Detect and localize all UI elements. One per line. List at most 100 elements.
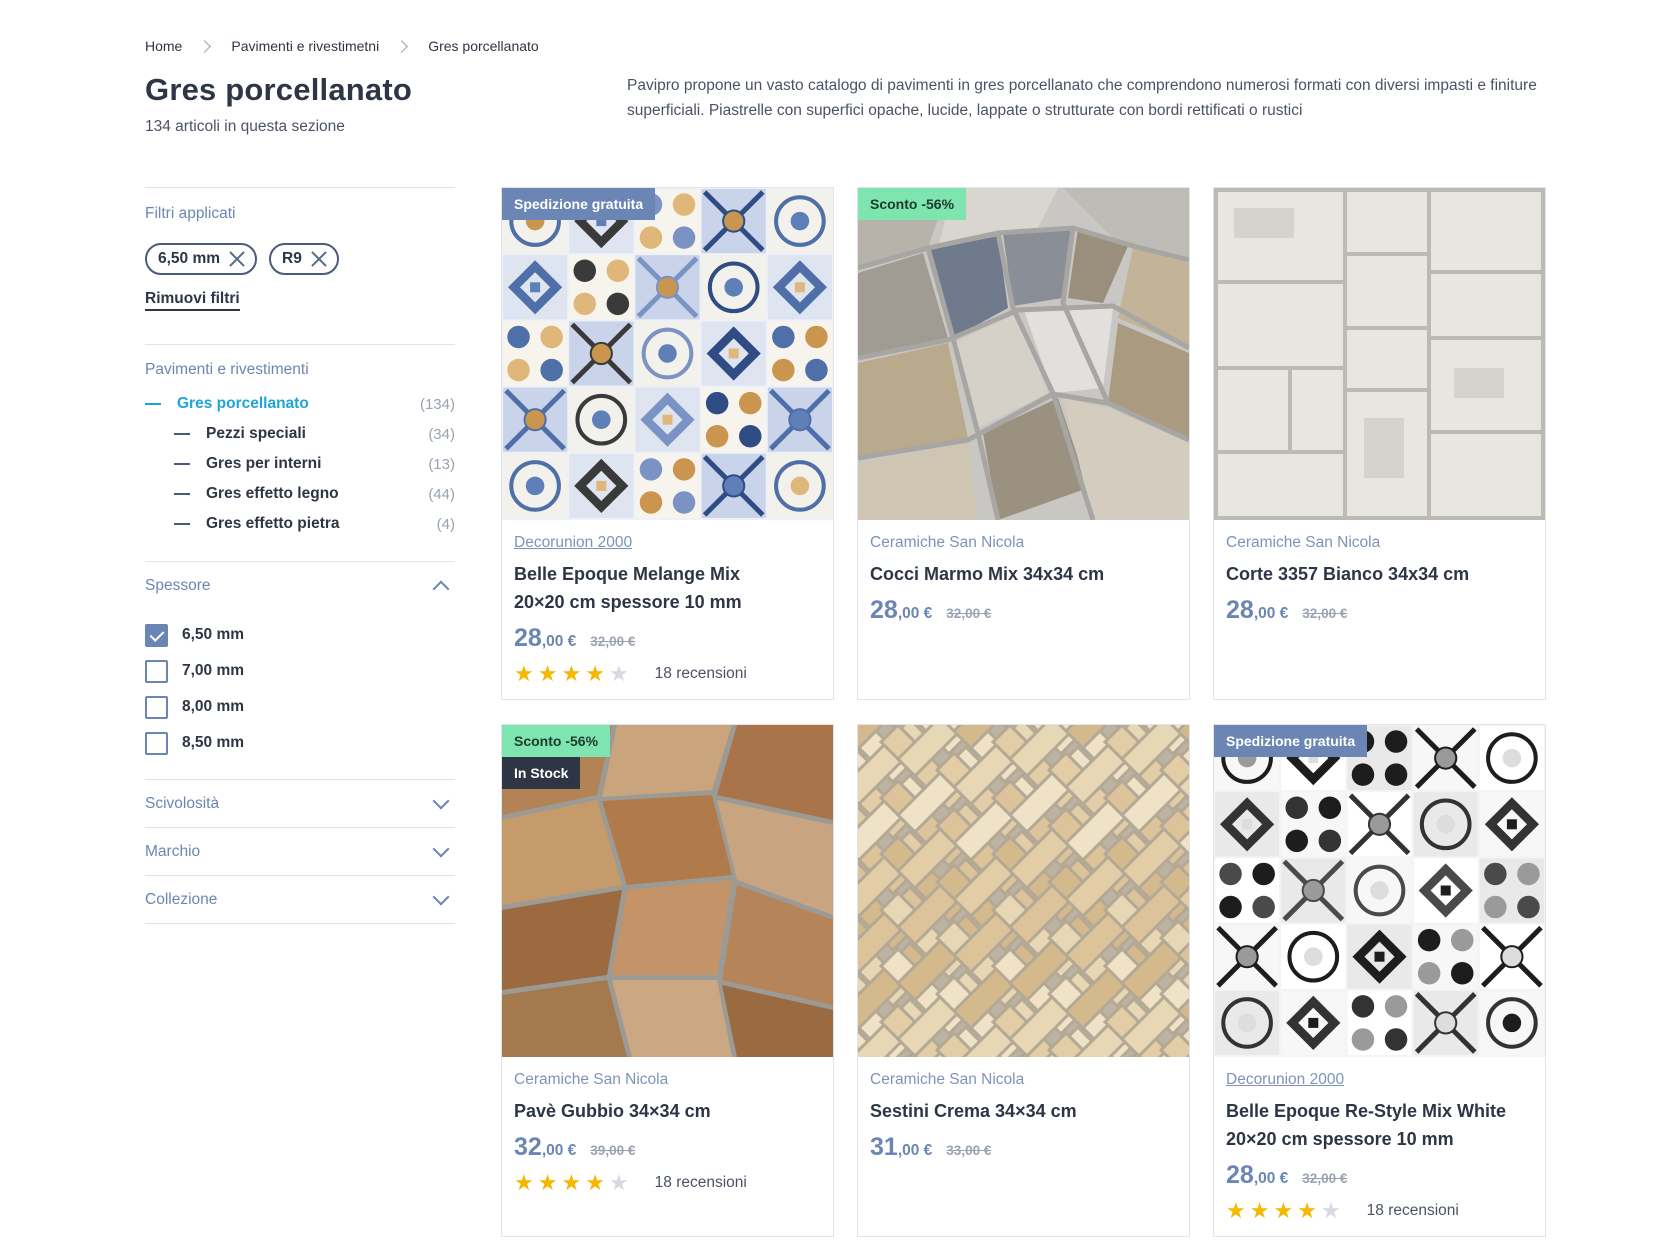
product-brand[interactable]: Ceramiche San Nicola <box>514 1071 821 1089</box>
star-icon: ★ <box>1297 1198 1317 1223</box>
old-price: 32,00 € <box>946 606 992 621</box>
applied-filter-chips: 6,50 mm R9 <box>145 243 455 275</box>
product-card[interactable]: Ceramiche San Nicola Corte 3357 Bianco 3… <box>1213 187 1546 700</box>
product-brand[interactable]: Ceramiche San Nicola <box>1226 534 1533 552</box>
star-rating: ★ ★ ★ ★ ★ <box>1226 1200 1341 1222</box>
checkbox-checked-icon[interactable] <box>145 623 168 647</box>
divider <box>145 923 455 924</box>
remove-filters-link[interactable]: Rimuovi filtri <box>145 290 240 311</box>
dash-icon <box>174 433 190 435</box>
thickness-option-700[interactable]: 7,00 mm <box>145 653 455 689</box>
category-list: Gres porcellanato (134) Pezzi speciali (… <box>145 389 455 539</box>
product-name[interactable]: Belle Epoque Melange Mix 20×20 cm spessor… <box>514 560 821 616</box>
chip-label: 6,50 mm <box>158 250 221 267</box>
star-empty-icon: ★ <box>608 661 629 686</box>
category-item-pezzi-speciali[interactable]: Pezzi speciali (34) <box>145 419 455 449</box>
old-price: 32,00 € <box>590 634 636 649</box>
slip-heading: Scivolosità <box>145 794 220 812</box>
chevron-down-icon <box>432 840 450 857</box>
product-image[interactable]: Spedizione gratuita <box>1214 725 1545 1057</box>
checkbox-icon[interactable] <box>145 659 168 683</box>
product-card[interactable]: Spedizione gratuita Decorunion 2000 Bell… <box>1213 724 1546 1237</box>
product-brand[interactable]: Decorunion 2000 <box>1226 1071 1533 1089</box>
herringbone-brick-image <box>858 725 1189 1057</box>
star-icon: ★ <box>1249 1198 1270 1223</box>
price: 28,00 € 32,00 € <box>514 624 636 652</box>
chevron-right-icon <box>395 39 409 53</box>
product-image[interactable]: Spedizione gratuita <box>502 188 833 520</box>
category-heading[interactable]: Pavimenti e rivestimenti <box>145 361 455 379</box>
dash-icon <box>174 463 190 465</box>
product-brand[interactable]: Ceramiche San Nicola <box>870 1071 1177 1089</box>
price: 28,00 € 32,00 € <box>1226 596 1348 624</box>
stone-blocks-white-image <box>1214 188 1545 520</box>
applied-filters-heading: Filtri applicati <box>145 205 236 222</box>
slip-accordion-header[interactable]: Scivolosità <box>145 780 455 827</box>
collection-accordion-header[interactable]: Collezione <box>145 876 455 923</box>
category-description: Pavipro propone un vasto catalogo di pav… <box>627 77 1537 119</box>
star-icon: ★ <box>561 1170 582 1195</box>
product-brand[interactable]: Decorunion 2000 <box>514 534 821 552</box>
star-icon: ★ <box>514 1170 534 1195</box>
article-count: 134 articoli in questa sezione <box>145 118 345 135</box>
star-icon: ★ <box>1226 1198 1246 1223</box>
thickness-accordion-header[interactable]: Spessore <box>145 562 455 609</box>
product-image[interactable]: Sconto -56% In Stock <box>502 725 833 1057</box>
tile-mosaic-blue-image <box>502 188 833 520</box>
product-card[interactable]: Ceramiche San Nicola Sestini Crema 34×34… <box>857 724 1190 1237</box>
brand-accordion-header[interactable]: Marchio <box>145 828 455 875</box>
thickness-option-850[interactable]: 8,50 mm <box>145 725 455 761</box>
thickness-option-800[interactable]: 8,00 mm <box>145 689 455 725</box>
star-icon: ★ <box>585 661 605 686</box>
product-name[interactable]: Sestini Crema 34×34 cm <box>870 1097 1177 1125</box>
breadcrumb-home[interactable]: Home <box>145 38 182 54</box>
star-icon: ★ <box>561 661 582 686</box>
filter-chip-slip[interactable]: R9 <box>269 243 339 275</box>
product-brand[interactable]: Ceramiche San Nicola <box>870 534 1177 552</box>
review-count[interactable]: 18 recensioni <box>655 1174 747 1192</box>
price: 28,00 € 32,00 € <box>870 596 992 624</box>
category-item-gres-pietra[interactable]: Gres effetto pietra (4) <box>145 509 455 539</box>
product-card[interactable]: Spedizione gratuita Decorunion 2000 Bell… <box>501 187 834 700</box>
thickness-options: 6,50 mm 7,00 mm 8,00 mm 8,50 mm <box>145 617 455 761</box>
category-item-gres-legno[interactable]: Gres effetto legno (44) <box>145 479 455 509</box>
review-count[interactable]: 18 recensioni <box>1367 1202 1459 1220</box>
thickness-option-650[interactable]: 6,50 mm <box>145 617 455 653</box>
breadcrumb-current: Gres porcellanato <box>428 38 539 54</box>
old-price: 32,00 € <box>1302 1171 1348 1186</box>
product-name[interactable]: Belle Epoque Re-Style Mix White 20×20 cm … <box>1226 1097 1533 1153</box>
price: 32,00 € 39,00 € <box>514 1133 636 1161</box>
badge-free-shipping: Spedizione gratuita <box>502 188 656 220</box>
old-price: 39,00 € <box>590 1143 636 1158</box>
breadcrumb-pavimenti[interactable]: Pavimenti e rivestimetni <box>231 38 379 54</box>
product-card[interactable]: Sconto -56% Ceramiche San Nicola Cocci M… <box>857 187 1190 700</box>
checkbox-icon[interactable] <box>145 731 168 755</box>
star-icon: ★ <box>537 661 558 686</box>
star-rating: ★ ★ ★ ★ ★ <box>514 1172 629 1194</box>
product-card[interactable]: Sconto -56% In Stock Ceramiche San Nicol… <box>501 724 834 1237</box>
brand-heading: Marchio <box>145 842 201 860</box>
product-name[interactable]: Corte 3357 Bianco 34x34 cm <box>1226 560 1533 588</box>
category-item-gres-porcellanato[interactable]: Gres porcellanato (134) <box>145 389 455 419</box>
filter-chip-thickness[interactable]: 6,50 mm <box>145 243 258 275</box>
product-image[interactable] <box>858 725 1189 1057</box>
option-label: 8,50 mm <box>182 734 245 751</box>
review-count[interactable]: 18 recensioni <box>655 665 747 683</box>
badge-free-shipping: Spedizione gratuita <box>1214 725 1368 757</box>
product-image[interactable] <box>1214 188 1545 520</box>
star-icon: ★ <box>1273 1198 1294 1223</box>
close-icon[interactable] <box>229 251 245 267</box>
dash-icon <box>174 493 190 495</box>
product-image[interactable]: Sconto -56% <box>858 188 1189 520</box>
star-empty-icon: ★ <box>1320 1198 1341 1223</box>
close-icon[interactable] <box>311 251 327 267</box>
old-price: 33,00 € <box>946 1143 992 1158</box>
badge-discount: Sconto -56% <box>858 188 967 220</box>
product-name[interactable]: Pavè Gubbio 34×34 cm <box>514 1097 821 1125</box>
option-label: 6,50 mm <box>182 626 245 643</box>
category-item-gres-interni[interactable]: Gres per interni (13) <box>145 449 455 479</box>
stone-mosaic-image <box>858 188 1189 520</box>
rating: ★ ★ ★ ★ ★ 18 recensioni <box>514 663 821 685</box>
product-name[interactable]: Cocci Marmo Mix 34x34 cm <box>870 560 1177 588</box>
checkbox-icon[interactable] <box>145 695 168 719</box>
